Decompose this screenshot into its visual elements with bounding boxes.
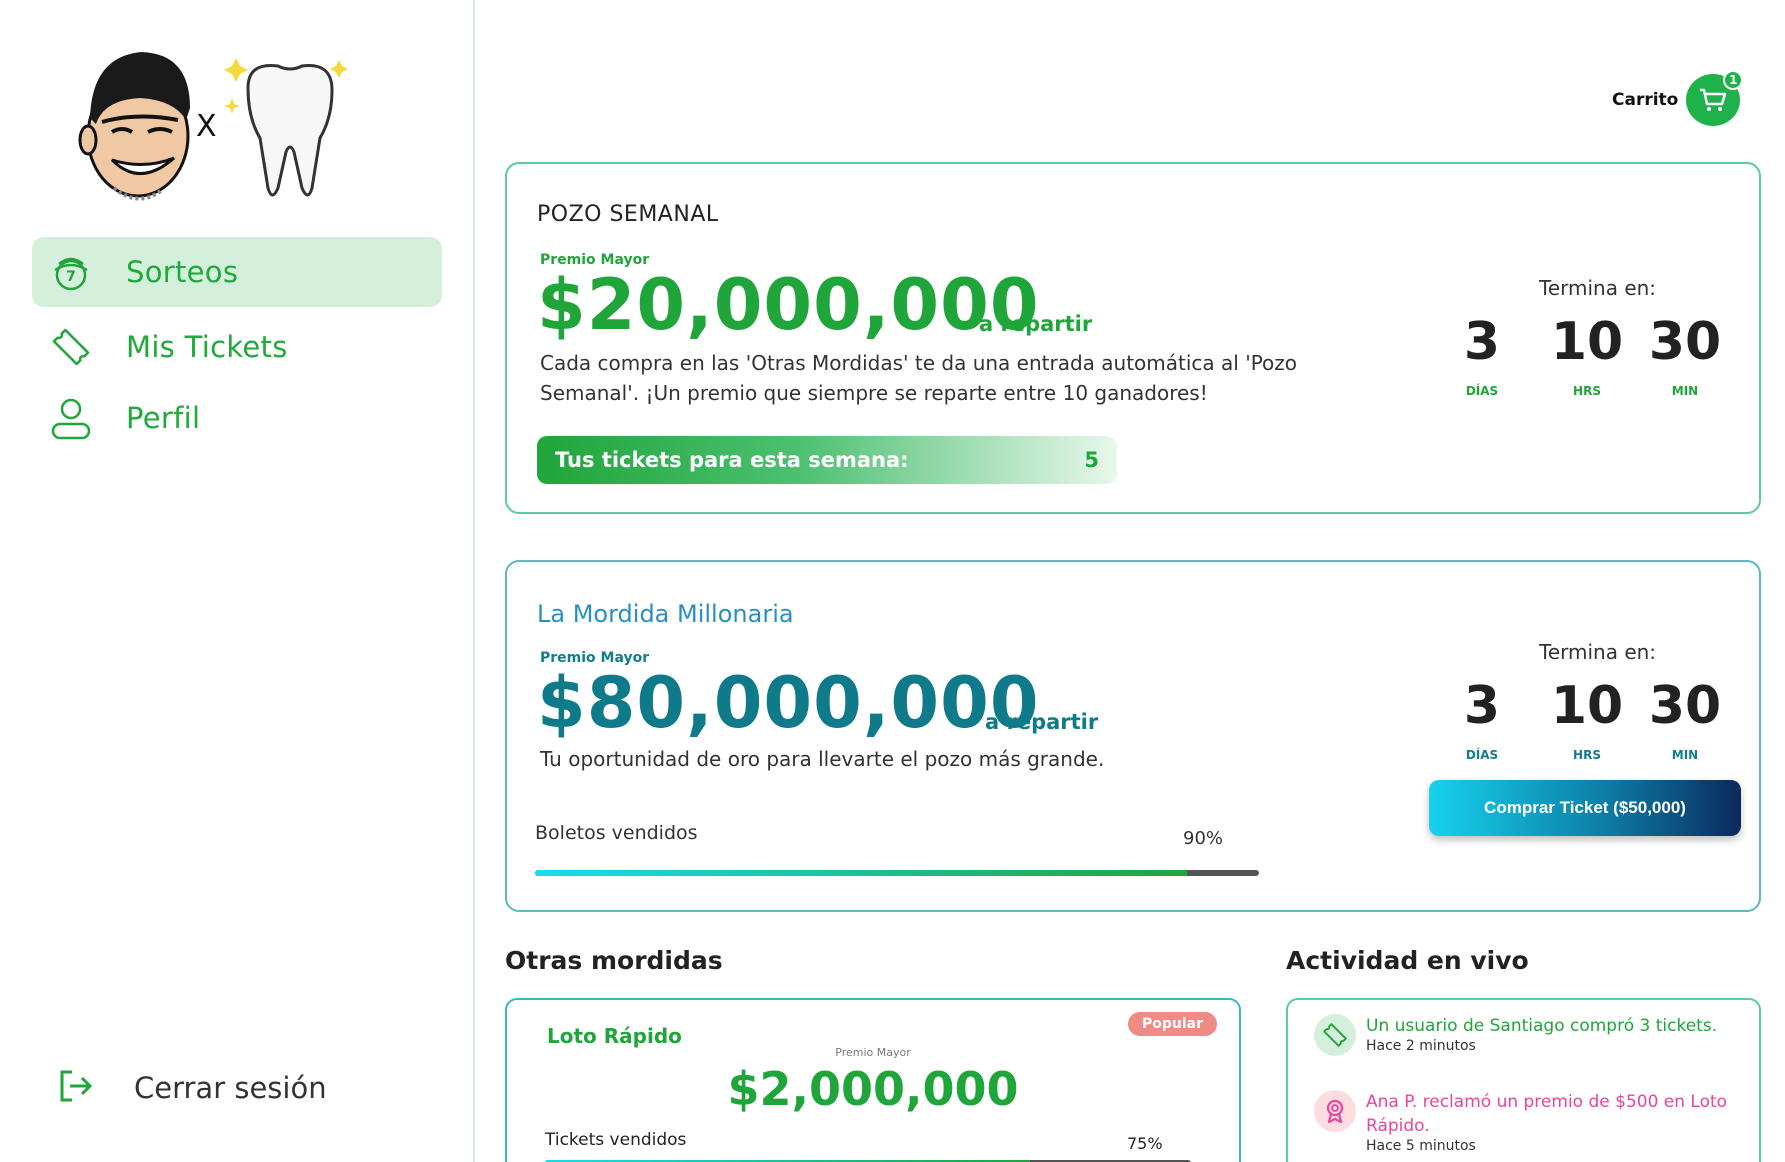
countdown-hours: 10 HRS (1542, 316, 1632, 398)
user-icon (48, 395, 94, 441)
countdown-mins: 30 MIN (1640, 316, 1730, 398)
cart-count-badge: 1 (1723, 70, 1744, 90)
sold-percent: 90% (1183, 828, 1224, 849)
cart-label: Carrito (1612, 90, 1679, 110)
countdown-days: 3 DÍAS (1437, 316, 1527, 398)
card-title: POZO SEMANAL (537, 202, 719, 227)
countdown-days-label: DÍAS (1465, 748, 1499, 762)
countdown-hours-label: HRS (1573, 384, 1601, 398)
countdown-days-value: 3 (1463, 312, 1501, 372)
countdown-days-value: 3 (1463, 676, 1501, 736)
sidebar-item-perfil[interactable]: Perfil (32, 383, 442, 453)
prize-amount: $2,000,000 (727, 1062, 1019, 1116)
sidebar-item-label: Mis Tickets (126, 330, 288, 364)
logout-button[interactable]: Cerrar sesión (56, 1066, 327, 1110)
activity-message: Un usuario de Santiago compró 3 tickets. (1366, 1016, 1718, 1036)
countdown-hours-label: HRS (1573, 748, 1601, 762)
award-icon (1314, 1090, 1356, 1132)
card-description: Tu oportunidad de oro para llevarte el p… (540, 747, 1105, 771)
countdown-hours-value: 10 (1550, 676, 1624, 736)
card-title: La Mordida Millonaria (537, 600, 794, 628)
brand-logo-graphic: X (78, 52, 348, 201)
svg-text:X: X (196, 109, 217, 144)
svg-text:7: 7 (66, 269, 76, 285)
prize-suffix: a repartir (985, 710, 1099, 734)
logout-icon (56, 1066, 96, 1110)
brand-logo: X (78, 48, 398, 208)
ticket-icon (1314, 1014, 1356, 1056)
countdown-days: 3 DÍAS (1437, 680, 1527, 762)
card-title: Loto Rápido (547, 1024, 682, 1048)
activity-time: Hace 5 minutos (1366, 1138, 1476, 1154)
actividad-title: Actividad en vivo (1286, 946, 1529, 975)
sold-progress-fill (535, 870, 1187, 876)
sidebar-item-mis-tickets[interactable]: Mis Tickets (32, 312, 442, 382)
loto-rapido-card[interactable]: Loto Rápido Popular Premio Mayor $2,000,… (505, 998, 1241, 1162)
buy-ticket-button[interactable]: Comprar Ticket ($50,000) (1429, 780, 1741, 836)
countdown-mins: 30 MIN (1640, 680, 1730, 762)
ticket-icon (48, 324, 94, 370)
countdown-label: Termina en: (1539, 640, 1657, 664)
sidebar-item-sorteos[interactable]: 7 Sorteos (32, 237, 442, 307)
sidebar-item-label: Sorteos (126, 255, 239, 289)
cart-icon (1700, 88, 1727, 111)
logout-label: Cerrar sesión (134, 1071, 327, 1105)
sidebar: X 7 Sorteos Mis Tickets Perfil Cerrar se… (0, 0, 475, 1162)
card-description: Cada compra en las 'Otras Mordidas' te d… (540, 351, 1298, 405)
sold-percent: 75% (1127, 1134, 1163, 1153)
countdown-days-label: DÍAS (1465, 384, 1499, 398)
activity-message: Ana P. reclamó un premio de $500 en Loto… (1366, 1092, 1728, 1136)
premio-label: Premio Mayor (835, 1046, 911, 1059)
prize-amount: $80,000,000 (537, 662, 1040, 744)
prize-suffix: a repartir (979, 312, 1093, 336)
countdown-mins-label: MIN (1671, 384, 1699, 398)
weekly-tickets-bar: Tus tickets para esta semana: 5 (537, 436, 1117, 484)
countdown-hours: 10 HRS (1542, 680, 1632, 762)
cart-icon-button[interactable]: 1 (1686, 70, 1744, 126)
activity-item: Ana P. reclamó un premio de $500 en Loto… (1314, 1090, 1736, 1154)
mordida-millonaria-card: La Mordida Millonaria Premio Mayor $80,0… (505, 560, 1761, 912)
countdown-mins-value: 30 (1648, 676, 1722, 736)
weekly-tickets-label: Tus tickets para esta semana: (555, 448, 909, 472)
sold-label: Boletos vendidos (535, 822, 698, 844)
cart-button[interactable]: Carrito 1 (1612, 70, 1744, 126)
pozo-semanal-card: POZO SEMANAL Premio Mayor $20,000,000 a … (505, 162, 1761, 514)
activity-feed: Un usuario de Santiago compró 3 tickets.… (1286, 998, 1761, 1162)
prize-amount: $20,000,000 (537, 264, 1040, 346)
countdown-label: Termina en: (1539, 276, 1657, 300)
activity-time: Hace 2 minutos (1366, 1038, 1476, 1054)
popular-badge: Popular (1127, 1012, 1217, 1036)
countdown-mins-value: 30 (1648, 312, 1722, 372)
countdown-mins-label: MIN (1671, 748, 1699, 762)
activity-item: Un usuario de Santiago compró 3 tickets.… (1314, 1014, 1736, 1056)
sold-label: Tickets vendidos (545, 1130, 687, 1150)
otras-mordidas-title: Otras mordidas (505, 946, 723, 975)
sold-progress-bar (535, 870, 1259, 876)
weekly-tickets-count: 5 (1084, 448, 1099, 472)
sidebar-item-label: Perfil (126, 401, 201, 435)
countdown-hours-value: 10 (1550, 312, 1624, 372)
lottery-ball-icon: 7 (48, 249, 94, 295)
